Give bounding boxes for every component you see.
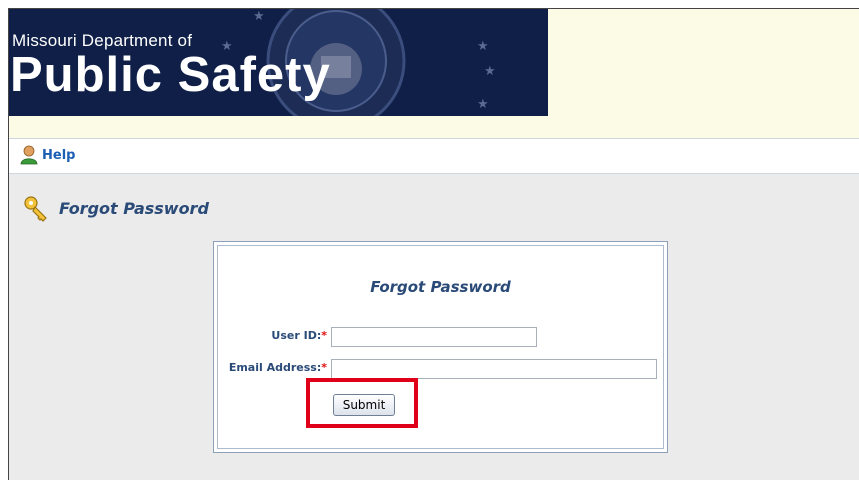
form-title: Forgot Password	[370, 278, 511, 296]
banner-title: Public Safety	[10, 48, 331, 102]
email-label: Email Address:*	[212, 361, 327, 374]
header: ★ ★ ★ ★ ★ Missouri Department of Public …	[9, 9, 859, 139]
email-label-text: Email Address:	[228, 361, 322, 374]
user-id-label: User ID:*	[212, 329, 327, 342]
page-title: Forgot Password	[59, 199, 209, 218]
email-address-input[interactable]	[331, 359, 657, 379]
key-icon	[24, 196, 47, 222]
person-help-icon[interactable]	[19, 145, 39, 165]
agency-banner: ★ ★ ★ ★ ★ Missouri Department of Public …	[9, 9, 548, 116]
submit-button[interactable]: Submit	[333, 394, 395, 416]
forgot-password-form: Forgot Password User ID:* Email Address:…	[213, 241, 668, 453]
required-marker: *	[321, 361, 327, 374]
page-frame: ★ ★ ★ ★ ★ Missouri Department of Public …	[8, 8, 859, 480]
help-bar: Help	[9, 139, 859, 174]
help-link[interactable]: Help	[42, 148, 75, 163]
user-id-input[interactable]	[331, 327, 537, 347]
required-marker: *	[321, 329, 327, 342]
form-inner-border	[217, 245, 664, 449]
user-id-label-text: User ID:	[271, 329, 322, 342]
